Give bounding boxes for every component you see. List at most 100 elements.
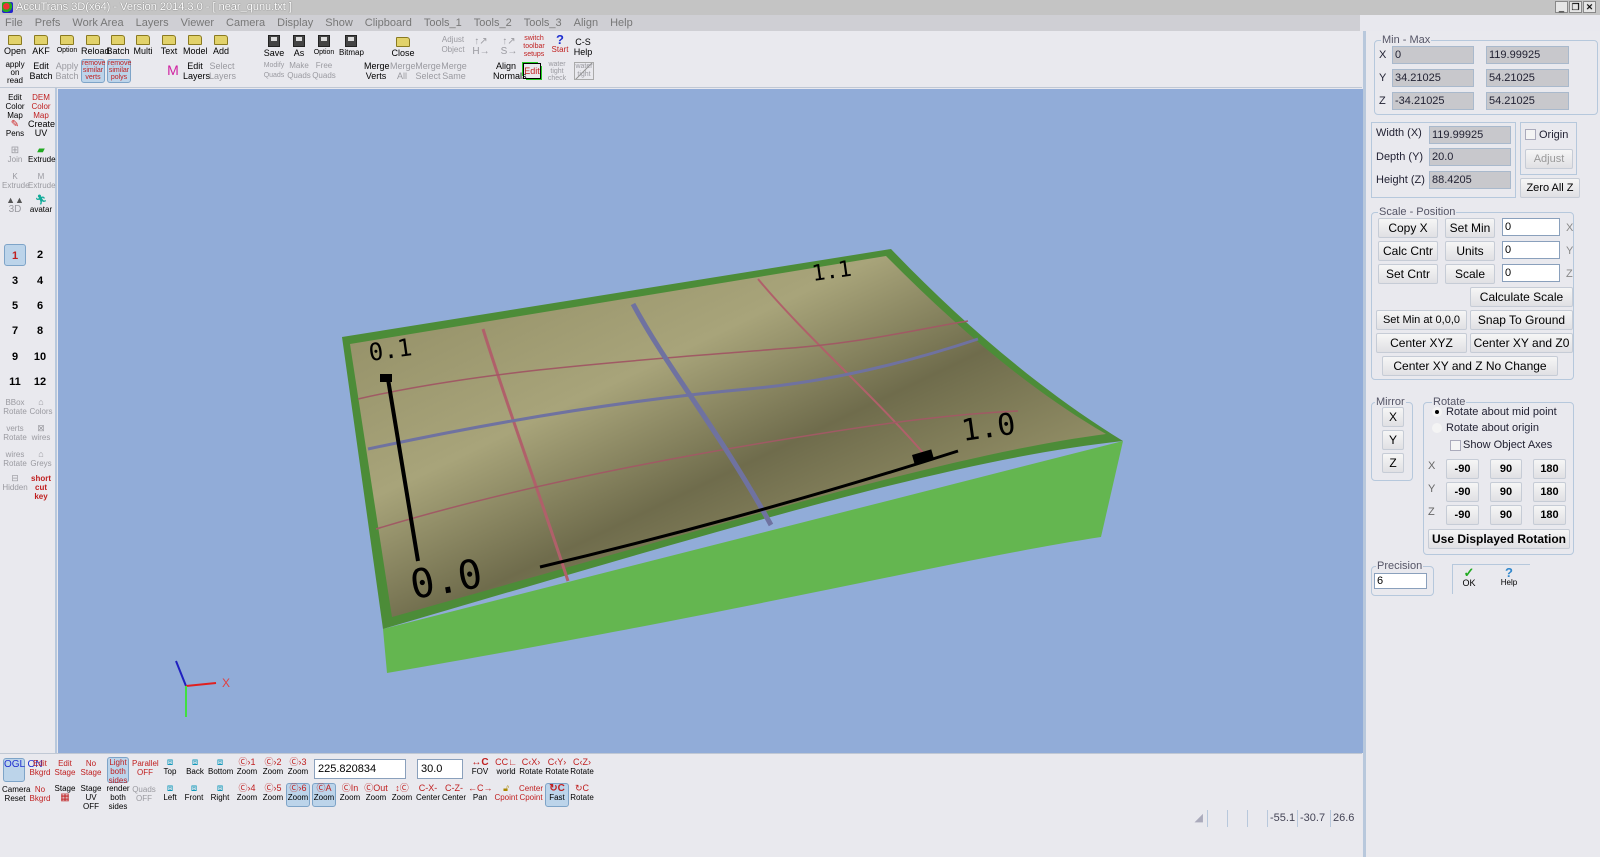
zoom-in-button[interactable]: ⒸIn Zoom [338, 784, 362, 803]
layer-8-button[interactable]: 8 [29, 320, 51, 342]
menu-tools-3[interactable]: Tools_3 [524, 15, 562, 31]
center-x-button[interactable]: C-X- Center [416, 784, 440, 803]
view-left-button[interactable]: ⧈ Left [159, 784, 181, 803]
scale-z-input[interactable] [1502, 264, 1560, 282]
bitmap-button[interactable]: Bitmap [339, 35, 364, 58]
layer-2-button[interactable]: 2 [29, 244, 51, 266]
remove-similar-verts-button[interactable]: remove similar verts [81, 59, 105, 83]
s-axis-button[interactable]: ↑↗ S→ [496, 37, 522, 57]
fov-button[interactable]: ↔C FOV [468, 758, 492, 777]
align-normals-button[interactable]: Align Normals [493, 61, 527, 81]
mirror-x-button[interactable]: X [1382, 407, 1404, 427]
world-button[interactable]: CC∟ world [494, 758, 518, 777]
menu-align[interactable]: Align [574, 15, 598, 31]
rotate-y-90-button[interactable]: 90 [1490, 482, 1522, 502]
open-button[interactable]: Open [4, 35, 26, 56]
edit-color-map-button[interactable]: Edit Color Map [2, 93, 28, 120]
mirror-z-button[interactable]: Z [1382, 453, 1404, 473]
center-xyz-button[interactable]: Center XYZ [1376, 333, 1467, 353]
view-right-button[interactable]: ⧈ Right [208, 784, 232, 803]
edit-batch-button[interactable]: Edit Batch [29, 61, 53, 81]
snap-to-ground-button[interactable]: Snap To Ground [1470, 310, 1573, 330]
stage-uv-off-button[interactable]: Stage UV OFF [79, 784, 103, 811]
adjust-button[interactable]: Adjust [1525, 149, 1573, 169]
layer-11-button[interactable]: 11 [4, 371, 26, 393]
edit-bkgrd-button[interactable]: Edit Bkgrd [28, 759, 52, 777]
rotate-origin-radio[interactable] [1432, 423, 1442, 433]
stage-grid-button[interactable]: Stage ▦ [53, 784, 77, 803]
center-xy-z-no-change-button[interactable]: Center XY and Z No Change [1382, 356, 1558, 376]
add-button[interactable]: Add [210, 35, 232, 56]
save-button[interactable]: Save [263, 35, 285, 58]
menu-show[interactable]: Show [325, 15, 353, 31]
layer-10-button[interactable]: 10 [29, 346, 51, 368]
select-layers-button[interactable]: Select Layers [209, 61, 236, 81]
menu-work-area[interactable]: Work Area [72, 15, 123, 31]
view-back-button[interactable]: ⧈ Back [184, 758, 206, 777]
restore-button[interactable]: ❐ [1569, 1, 1582, 13]
light-both-sides-button[interactable]: Light both sides [107, 757, 129, 785]
zoom-5-button[interactable]: Ⓒ›5 Zoom [261, 784, 285, 803]
rotate-y-neg90-button[interactable]: -90 [1446, 482, 1479, 502]
rotate-x-90-button[interactable]: 90 [1490, 459, 1522, 479]
render-both-sides-button[interactable]: render both sides [105, 784, 131, 811]
layer-1-button[interactable]: 1 [4, 244, 26, 266]
to-3d-button[interactable]: ▲▲ 3D [2, 196, 28, 215]
edit-stage-button[interactable]: Edit Stage [53, 759, 77, 777]
merge-same-button[interactable]: Merge Same [441, 61, 467, 81]
ok-button[interactable]: ✓ OK [1457, 566, 1481, 588]
multi-button[interactable]: Multi [132, 35, 154, 56]
pens-button[interactable]: ✎ Pens [2, 120, 28, 139]
no-stage-button[interactable]: No Stage [79, 759, 103, 777]
merge-verts-button[interactable]: Merge Verts [364, 61, 390, 81]
quads-off-button[interactable]: Quads OFF [132, 785, 156, 803]
model-button[interactable]: Model [183, 35, 208, 56]
resize-grip-icon[interactable]: ◢ [1195, 810, 1203, 827]
edit-layers-button[interactable]: Edit Layers [183, 61, 210, 81]
layer-5-button[interactable]: 5 [4, 295, 26, 317]
fast-button[interactable]: ↻C Fast [545, 783, 569, 807]
camera-distance-input[interactable] [314, 759, 406, 779]
layer-12-button[interactable]: 12 [29, 371, 51, 393]
minimize-button[interactable]: _ [1555, 1, 1568, 13]
batch-button[interactable]: Batch [106, 35, 130, 56]
water-tight-button[interactable]: water tight [574, 62, 594, 80]
scale-y-input[interactable] [1502, 241, 1560, 259]
merge-select-button[interactable]: Merge Select [415, 61, 441, 81]
set-min-button[interactable]: Set Min [1445, 218, 1495, 238]
precision-input[interactable] [1374, 573, 1427, 589]
zoom-3-button[interactable]: Ⓒ›3 Zoom [286, 758, 310, 777]
center-z-button[interactable]: C-Z- Center [442, 784, 466, 803]
ogl-on-button[interactable]: OGL ON [3, 758, 43, 782]
switch-toolbar-button[interactable]: switch toolbar setups [522, 35, 546, 59]
rotate-z-180-button[interactable]: 180 [1533, 505, 1566, 525]
set-min-at-origin-button[interactable]: Set Min at 0,0,0 [1376, 310, 1467, 330]
layer-6-button[interactable]: 6 [29, 295, 51, 317]
show-axes-checkbox[interactable] [1450, 440, 1461, 451]
help-button[interactable]: ? Help [1497, 566, 1521, 588]
zoom-4-button[interactable]: Ⓒ›4 Zoom [235, 784, 259, 803]
apply-batch-button[interactable]: Apply Batch [55, 61, 79, 81]
wires-rotate-button[interactable]: wires Rotate [2, 450, 28, 468]
use-displayed-rotation-button[interactable]: Use Displayed Rotation [1428, 529, 1570, 549]
zoom-1-button[interactable]: Ⓒ›1 Zoom [235, 758, 259, 777]
join-button[interactable]: ⊞ Join [2, 146, 28, 165]
calc-cntr-button[interactable]: Calc Cntr [1378, 241, 1438, 261]
camera-reset-button[interactable]: Camera Reset [2, 785, 30, 803]
zoom-out-button[interactable]: ⒸOut Zoom [364, 784, 388, 803]
rotate-y-button[interactable]: C‹Y› Rotate [545, 758, 569, 777]
extrude-button[interactable]: ▰ Extrude [28, 146, 56, 165]
view-front-button[interactable]: ⧈ Front [182, 784, 206, 803]
rotate-c-button[interactable]: ↻C Rotate [570, 784, 594, 803]
dem-color-map-button[interactable]: DEM Color Map [28, 93, 54, 120]
layer-4-button[interactable]: 4 [29, 270, 51, 292]
remove-similar-polys-button[interactable]: remove similar polys [107, 59, 131, 83]
rotate-y-180-button[interactable]: 180 [1533, 482, 1566, 502]
avatar-button[interactable]: 🏃︎ avatar [28, 196, 54, 215]
scale-button[interactable]: Scale [1445, 264, 1495, 284]
menu-viewer[interactable]: Viewer [181, 15, 214, 31]
center-cpoint-button[interactable]: Center Cpoint [519, 784, 543, 802]
menu-tools-2[interactable]: Tools_2 [474, 15, 512, 31]
pan-button[interactable]: ←C→ Pan [468, 784, 493, 803]
zero-all-z-button[interactable]: Zero All Z [1520, 178, 1580, 198]
